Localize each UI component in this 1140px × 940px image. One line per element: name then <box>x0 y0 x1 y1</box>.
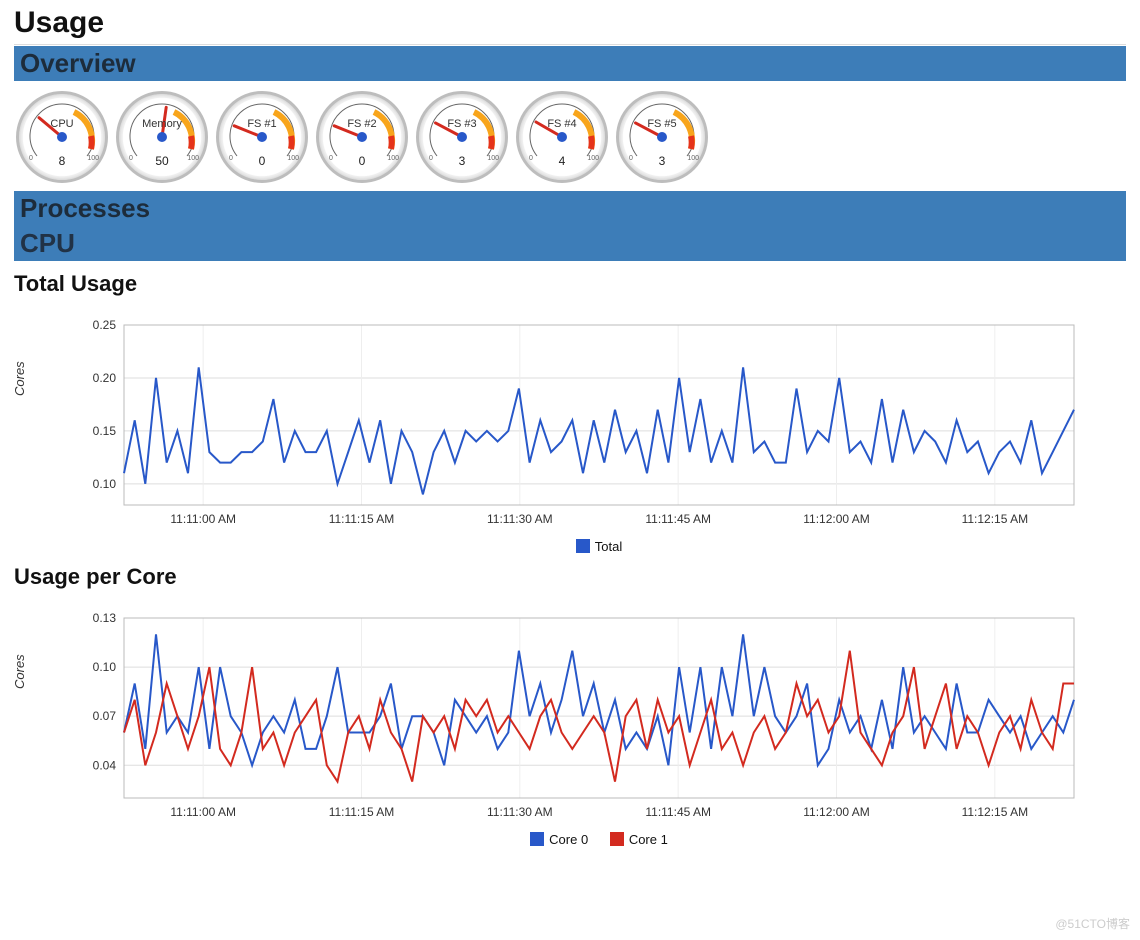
gauge-row: CPU80100Memory500100FS #100100FS #200100… <box>14 81 1126 191</box>
legend-label-total: Total <box>595 539 622 554</box>
section-header-cpu[interactable]: CPU <box>14 226 1126 261</box>
svg-text:0.13: 0.13 <box>93 611 117 625</box>
svg-text:0.04: 0.04 <box>93 758 117 772</box>
legend-per-core: Core 0 Core 1 <box>54 832 1126 847</box>
svg-text:11:11:15 AM: 11:11:15 AM <box>329 512 395 526</box>
gauge-label: FS #1 <box>219 118 305 130</box>
svg-text:0.07: 0.07 <box>93 709 117 723</box>
svg-text:11:11:00 AM: 11:11:00 AM <box>170 512 236 526</box>
gauge-fs-1: FS #100100 <box>216 91 308 183</box>
legend-swatch-core1 <box>610 832 624 846</box>
gauge-label: FS #2 <box>319 118 405 130</box>
chart-title-total-usage: Total Usage <box>14 271 1126 297</box>
svg-text:0.15: 0.15 <box>93 424 117 438</box>
page-title: Usage <box>14 6 1126 40</box>
svg-text:11:12:15 AM: 11:12:15 AM <box>962 805 1028 819</box>
divider <box>14 44 1126 45</box>
legend-total: Total <box>54 539 1126 554</box>
svg-text:11:12:00 AM: 11:12:00 AM <box>803 805 870 819</box>
gauge-fs-4: FS #440100 <box>516 91 608 183</box>
svg-text:11:11:15 AM: 11:11:15 AM <box>329 805 395 819</box>
gauge-label: Memory <box>119 118 205 130</box>
gauge-fs-2: FS #200100 <box>316 91 408 183</box>
legend-swatch-core0 <box>530 832 544 846</box>
legend-label-core0: Core 0 <box>549 832 588 847</box>
legend-label-core1: Core 1 <box>629 832 668 847</box>
gauge-fs-3: FS #330100 <box>416 91 508 183</box>
gauge-label: FS #3 <box>419 118 505 130</box>
svg-text:0.20: 0.20 <box>93 371 117 385</box>
section-header-processes[interactable]: Processes <box>14 191 1126 226</box>
section-header-overview[interactable]: Overview <box>14 46 1126 81</box>
y-axis-label: Cores <box>12 654 27 689</box>
gauge-label: FS #5 <box>619 118 705 130</box>
y-axis-label: Cores <box>12 361 27 396</box>
legend-swatch-total <box>576 539 590 553</box>
svg-text:11:12:15 AM: 11:12:15 AM <box>962 512 1028 526</box>
svg-text:0.10: 0.10 <box>93 660 117 674</box>
svg-text:0.25: 0.25 <box>93 318 117 332</box>
chart-total-usage: Cores 0.10 0.15 0.20 0.25 11:11:00 AM 11:11:1… <box>14 305 1126 554</box>
svg-text:11:11:30 AM: 11:11:30 AM <box>487 512 553 526</box>
gauge-label: FS #4 <box>519 118 605 130</box>
chart-per-core: Cores 0.04 0.07 0.10 0.13 11:11:00 AM 11:11:1… <box>14 598 1126 847</box>
svg-text:0.10: 0.10 <box>93 477 117 491</box>
watermark: @51CTO博客 <box>1055 915 1130 932</box>
svg-text:11:12:00 AM: 11:12:00 AM <box>803 512 870 526</box>
svg-text:11:11:45 AM: 11:11:45 AM <box>645 512 711 526</box>
svg-text:11:11:30 AM: 11:11:30 AM <box>487 805 553 819</box>
svg-text:11:11:45 AM: 11:11:45 AM <box>645 805 711 819</box>
gauge-label: CPU <box>19 118 105 130</box>
chart-title-per-core: Usage per Core <box>14 564 1126 590</box>
gauge-memory: Memory500100 <box>116 91 208 183</box>
svg-text:11:11:00 AM: 11:11:00 AM <box>170 805 236 819</box>
gauge-fs-5: FS #530100 <box>616 91 708 183</box>
gauge-cpu: CPU80100 <box>16 91 108 183</box>
